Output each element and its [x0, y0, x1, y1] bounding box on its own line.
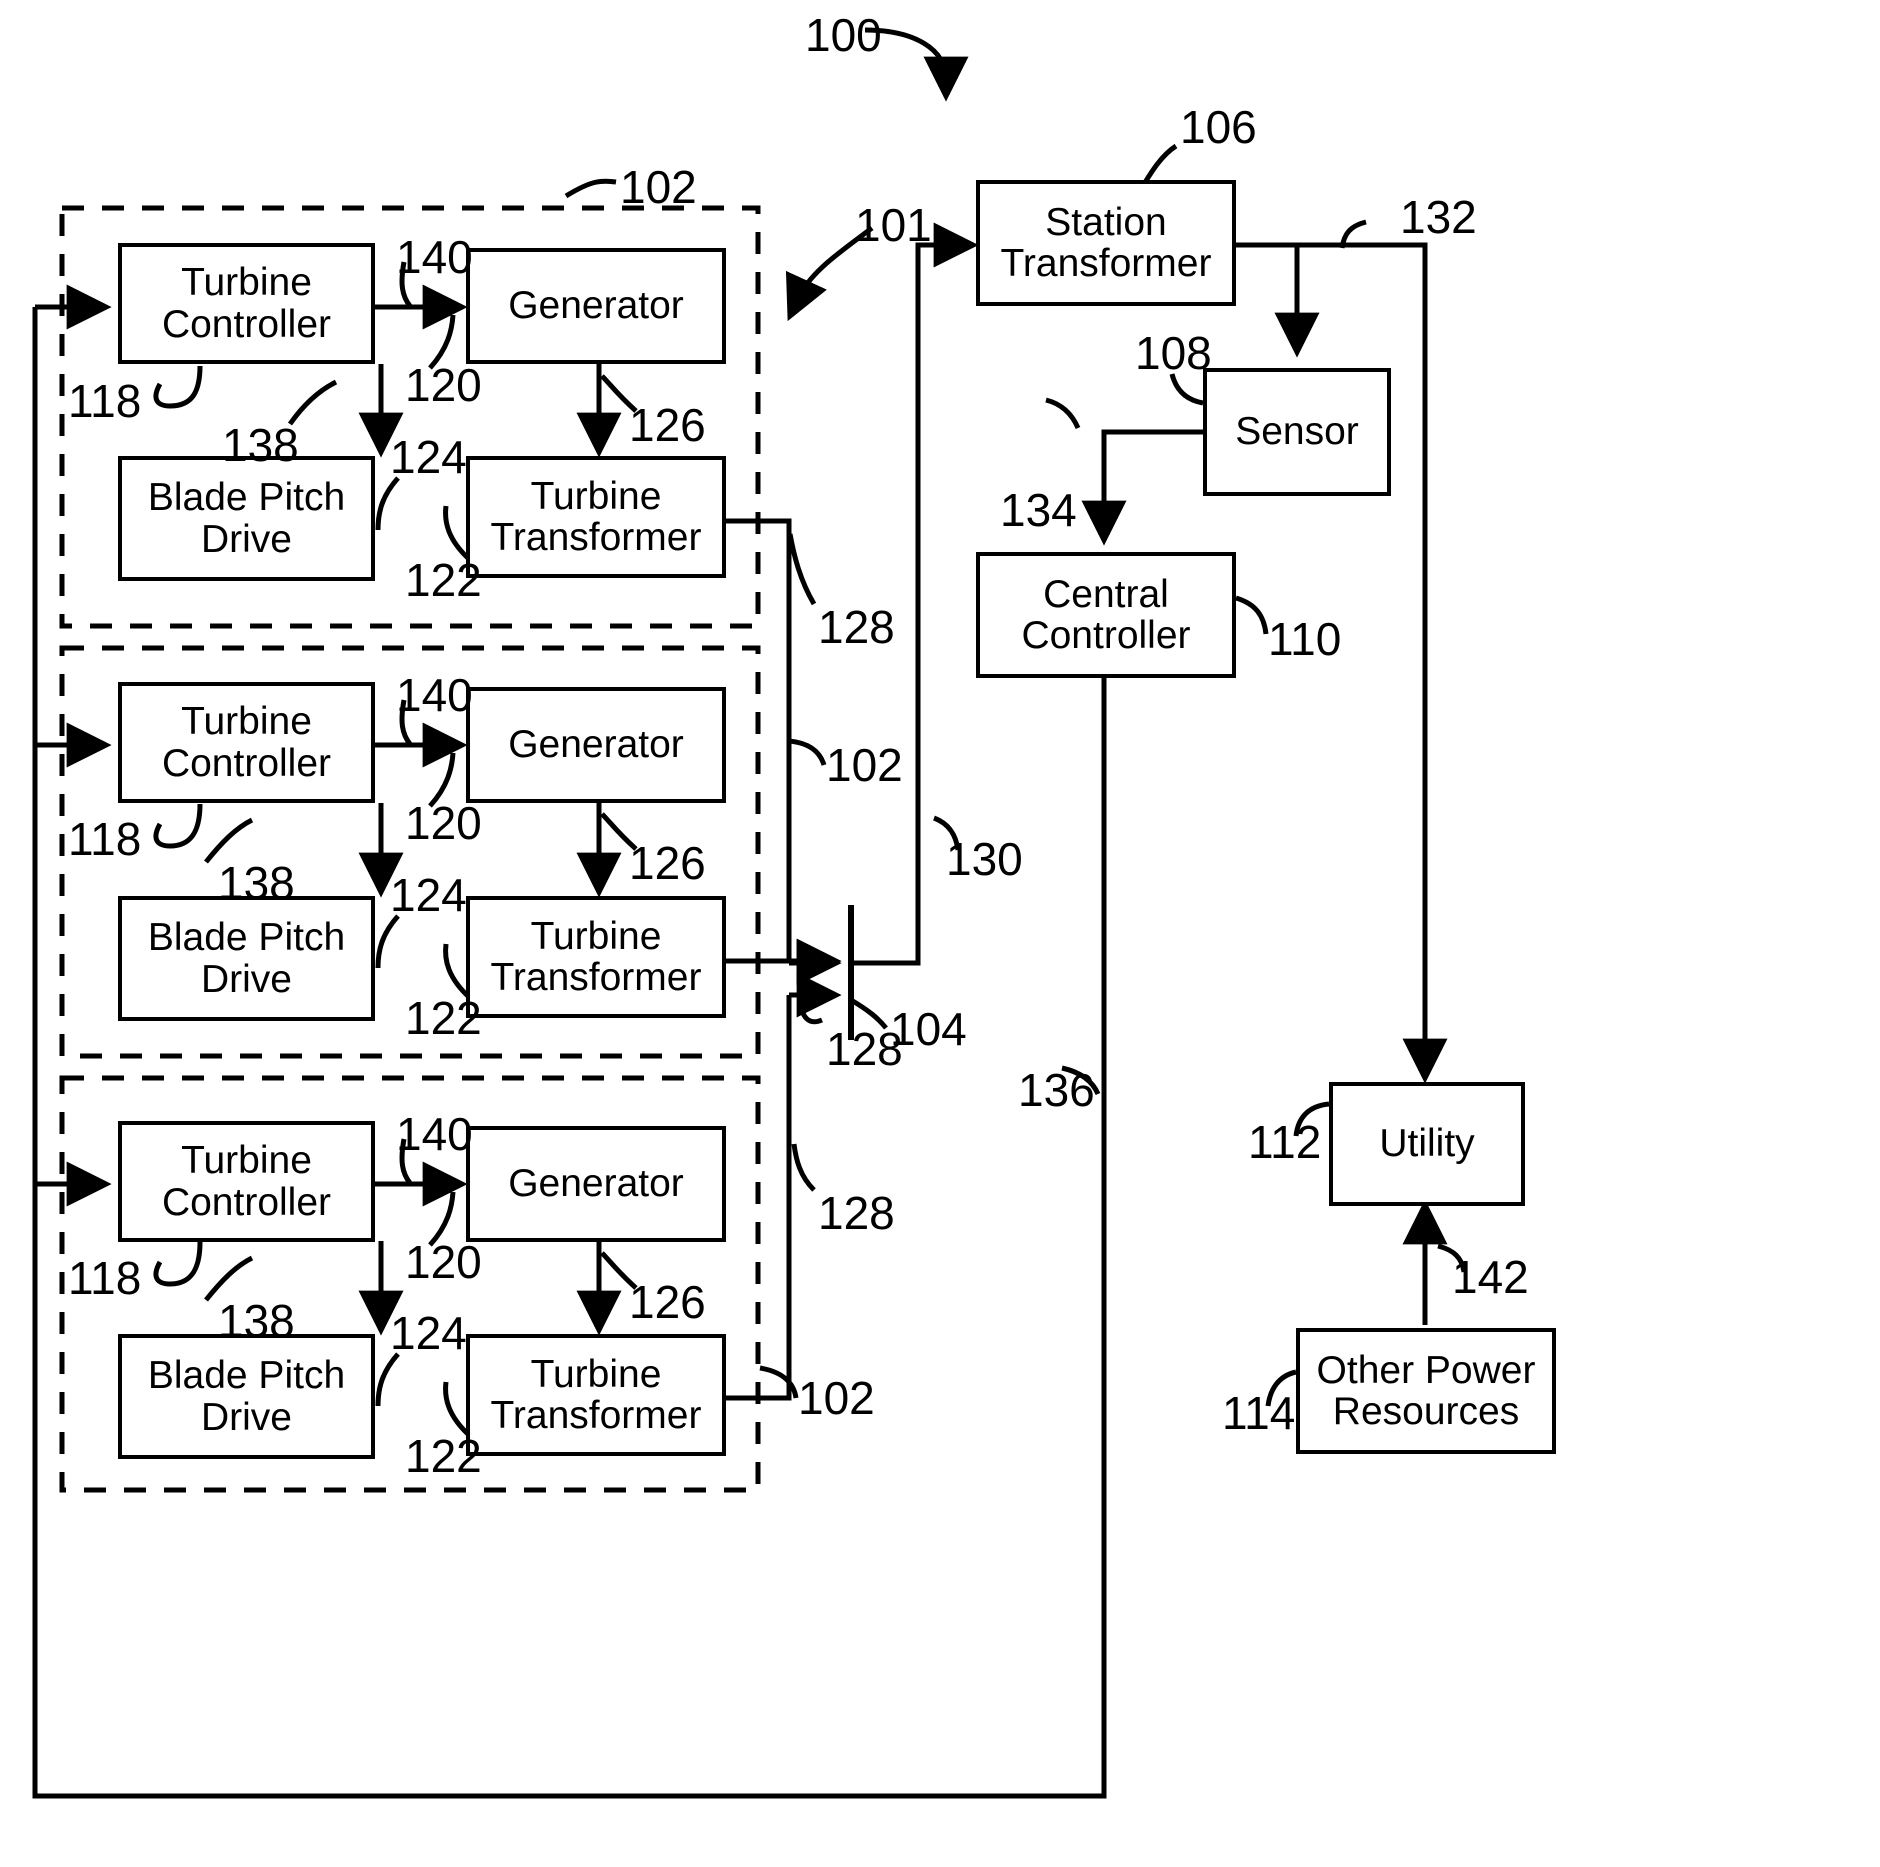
- wire-128-g1: [726, 518, 792, 963]
- ref-132: 132: [1400, 191, 1477, 243]
- leader-118-g2: [153, 822, 171, 849]
- ref-138-b: 138: [218, 857, 295, 909]
- block-label: Blade Pitch Drive: [147, 1354, 346, 1439]
- leader-124-g1: [375, 476, 400, 531]
- leader-124-g3: [375, 1352, 400, 1407]
- block-turbine-controller-3[interactable]: Turbine Controller: [118, 1121, 375, 1242]
- block-label: Other Power Resources: [1316, 1348, 1536, 1433]
- ref-126-a: 126: [629, 399, 706, 451]
- block-label: Utility: [1379, 1122, 1475, 1166]
- block-utility[interactable]: Utility: [1329, 1082, 1525, 1206]
- block-turbine-transformer-1[interactable]: Turbine Transformer: [466, 456, 726, 578]
- ref-138-a: 138: [222, 419, 299, 471]
- ref-101: 101: [855, 199, 932, 251]
- ref-110: 110: [1268, 613, 1342, 665]
- leader-118-g2b: [169, 803, 203, 849]
- block-station-transformer[interactable]: Station Transformer: [976, 180, 1236, 306]
- leader-118-g1: [153, 382, 171, 409]
- ref-126-c: 126: [629, 1276, 706, 1328]
- ref-124-b: 124: [390, 869, 467, 921]
- ref-128-c: 128: [818, 1187, 895, 1239]
- block-label: Turbine Controller: [161, 261, 332, 346]
- ref-102-b: 102: [826, 739, 903, 791]
- figure-canvas: Turbine Controller Generator Blade Pitch…: [0, 0, 1880, 1867]
- leader-134: [1045, 397, 1081, 430]
- leader-128-g3: [791, 1143, 816, 1192]
- leader-102-g1: [564, 178, 617, 199]
- ref-102-a: 102: [620, 161, 697, 213]
- ref-108: 108: [1135, 327, 1212, 379]
- wire-134: [1081, 429, 1203, 546]
- block-central-controller[interactable]: Central Controller: [976, 552, 1236, 678]
- leader-101-arrow: [785, 270, 827, 322]
- leader-118-g3: [153, 1260, 171, 1287]
- ref-122-c: 122: [405, 1430, 482, 1482]
- ref-122-b: 122: [405, 992, 482, 1044]
- ref-114: 114: [1222, 1387, 1296, 1439]
- block-turbine-controller-2[interactable]: Turbine Controller: [118, 682, 375, 803]
- ref-142: 142: [1452, 1251, 1529, 1303]
- leader-124-g2: [375, 914, 400, 969]
- block-label: Central Controller: [1021, 572, 1191, 657]
- leader-128-g1: [787, 533, 817, 606]
- block-generator-3[interactable]: Generator: [466, 1126, 726, 1242]
- block-label: Turbine Transformer: [490, 914, 702, 999]
- ref-102-c: 102: [798, 1372, 875, 1424]
- block-turbine-transformer-3[interactable]: Turbine Transformer: [466, 1334, 726, 1456]
- block-label: Generator: [508, 1162, 684, 1206]
- ref-128-b: 128: [826, 1023, 903, 1075]
- leader-102-mid: [788, 738, 827, 766]
- ref-140-c: 140: [396, 1108, 473, 1160]
- block-generator-2[interactable]: Generator: [466, 687, 726, 803]
- ref-120-a: 120: [405, 359, 482, 411]
- block-turbine-controller-1[interactable]: Turbine Controller: [118, 243, 375, 364]
- block-other-power-resources[interactable]: Other Power Resources: [1296, 1328, 1556, 1454]
- ref-124-c: 124: [390, 1307, 467, 1359]
- ref-112: 112: [1248, 1116, 1322, 1168]
- block-blade-pitch-drive-2[interactable]: Blade Pitch Drive: [118, 896, 375, 1021]
- block-generator-1[interactable]: Generator: [466, 248, 726, 364]
- ref-118-a: 118: [68, 375, 142, 427]
- ref-140-b: 140: [396, 669, 473, 721]
- block-label: Turbine Transformer: [490, 1352, 702, 1437]
- block-label: Turbine Controller: [161, 1139, 332, 1224]
- ref-128-a: 128: [818, 601, 895, 653]
- block-turbine-transformer-2[interactable]: Turbine Transformer: [466, 896, 726, 1018]
- block-label: Station Transformer: [1000, 200, 1212, 285]
- block-label: Blade Pitch Drive: [147, 476, 346, 561]
- ref-120-b: 120: [405, 797, 482, 849]
- block-label: Sensor: [1235, 410, 1359, 454]
- ref-124-a: 124: [390, 431, 467, 483]
- block-label: Turbine Controller: [161, 700, 332, 785]
- leader-118-g3b: [169, 1241, 203, 1287]
- ref-100: 100: [805, 9, 882, 61]
- block-label: Turbine Transformer: [490, 474, 702, 559]
- ref-140-a: 140: [396, 231, 473, 283]
- leader-118-g1b: [169, 365, 203, 409]
- ref-130: 130: [946, 833, 1023, 885]
- ref-138-c: 138: [218, 1295, 295, 1347]
- ref-136: 136: [1018, 1064, 1095, 1116]
- block-blade-pitch-drive-1[interactable]: Blade Pitch Drive: [118, 456, 375, 581]
- ref-118-c: 118: [68, 1252, 142, 1304]
- ref-120-c: 120: [405, 1236, 482, 1288]
- leader-110: [1235, 595, 1269, 635]
- block-sensor[interactable]: Sensor: [1203, 368, 1391, 496]
- leader-128-g2: [797, 1001, 823, 1025]
- ref-118-b: 118: [68, 813, 142, 865]
- ref-126-b: 126: [629, 837, 706, 889]
- block-blade-pitch-drive-3[interactable]: Blade Pitch Drive: [118, 1334, 375, 1459]
- ref-134: 134: [1000, 484, 1077, 536]
- block-label: Generator: [508, 723, 684, 767]
- ref-122-a: 122: [405, 554, 482, 606]
- ref-106: 106: [1180, 101, 1257, 153]
- block-label: Blade Pitch Drive: [147, 916, 346, 1001]
- block-label: Generator: [508, 284, 684, 328]
